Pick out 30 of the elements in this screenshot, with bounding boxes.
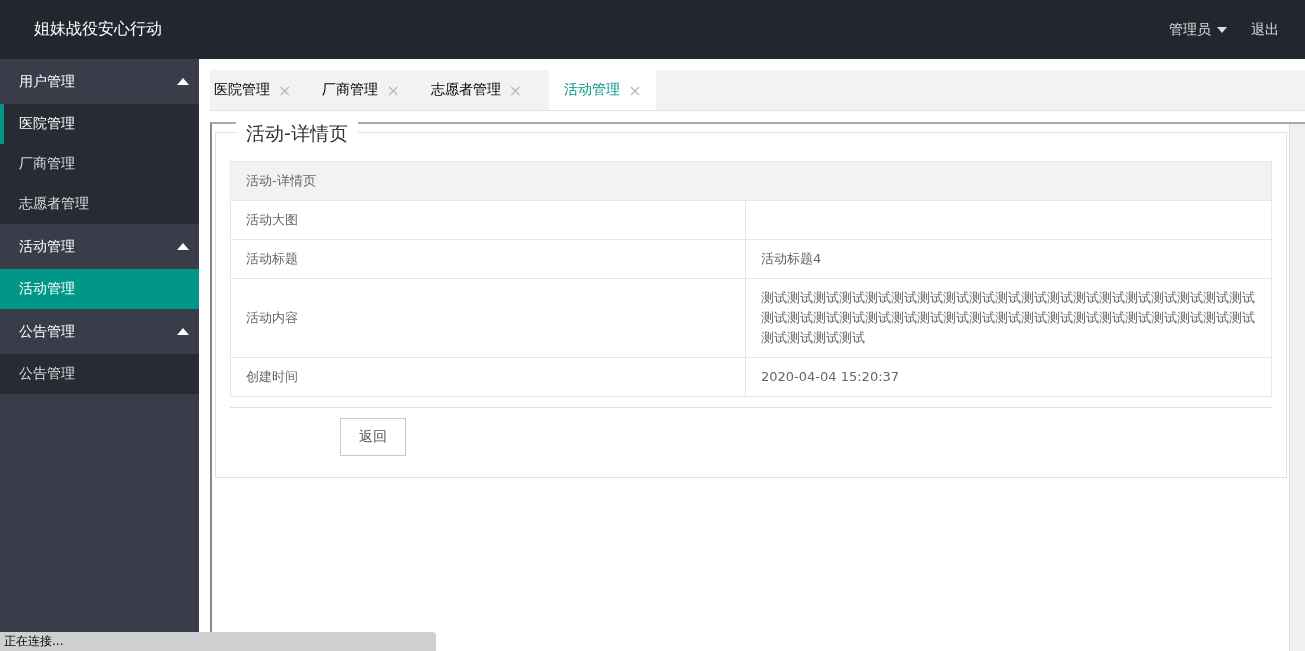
- table-cell: 活动标题4: [745, 239, 1272, 279]
- sidebar-item[interactable]: 活动管理: [0, 269, 199, 309]
- status-bar: 正在连接...: [0, 632, 436, 651]
- tab[interactable]: 厂商管理 ×: [318, 70, 414, 110]
- sidebar-group[interactable]: 公告管理: [0, 309, 199, 354]
- scrollbar[interactable]: [1289, 124, 1305, 651]
- tab[interactable]: 活动管理 ×: [549, 70, 656, 110]
- collapse-icon: [177, 243, 189, 250]
- logout-link[interactable]: 退出: [1251, 20, 1279, 39]
- collapse-icon: [177, 328, 189, 335]
- table-cell: 创建时间: [230, 357, 746, 397]
- user-menu[interactable]: 管理员: [1169, 20, 1227, 39]
- sidebar-item[interactable]: 医院管理: [0, 104, 199, 144]
- sidebar-group[interactable]: 活动管理: [0, 224, 199, 269]
- sidebar-item[interactable]: 公告管理: [0, 354, 199, 394]
- sidebar-group[interactable]: 用户管理: [0, 59, 199, 104]
- collapse-icon: [177, 78, 189, 85]
- app-title: 姐妹战役安心行动: [34, 19, 163, 40]
- caret-icon: [1217, 26, 1227, 33]
- sidebar-item[interactable]: 志愿者管理: [0, 184, 199, 224]
- table-cell: 2020-04-04 15:20:37: [745, 357, 1272, 397]
- sidebar-item[interactable]: 厂商管理: [0, 144, 199, 184]
- tab[interactable]: 医院管理 ×: [210, 70, 306, 110]
- table-cell: 活动标题: [230, 239, 746, 279]
- tab[interactable]: 志愿者管理 ×: [426, 70, 537, 110]
- table-cell: 活动大图: [230, 200, 746, 240]
- table-header: 活动-详情页: [230, 161, 1272, 201]
- table-cell: 活动内容: [230, 278, 746, 358]
- table-cell: 测试测试测试测试测试测试测试测试测试测试测试测试测试测试测试测试测试测试测试测试测试测试测试测试测试测试测试测试测试测试测试测试测试测试测试测试测试测试测试测试测试测试: [745, 278, 1272, 358]
- back-button[interactable]: 返回: [340, 418, 406, 456]
